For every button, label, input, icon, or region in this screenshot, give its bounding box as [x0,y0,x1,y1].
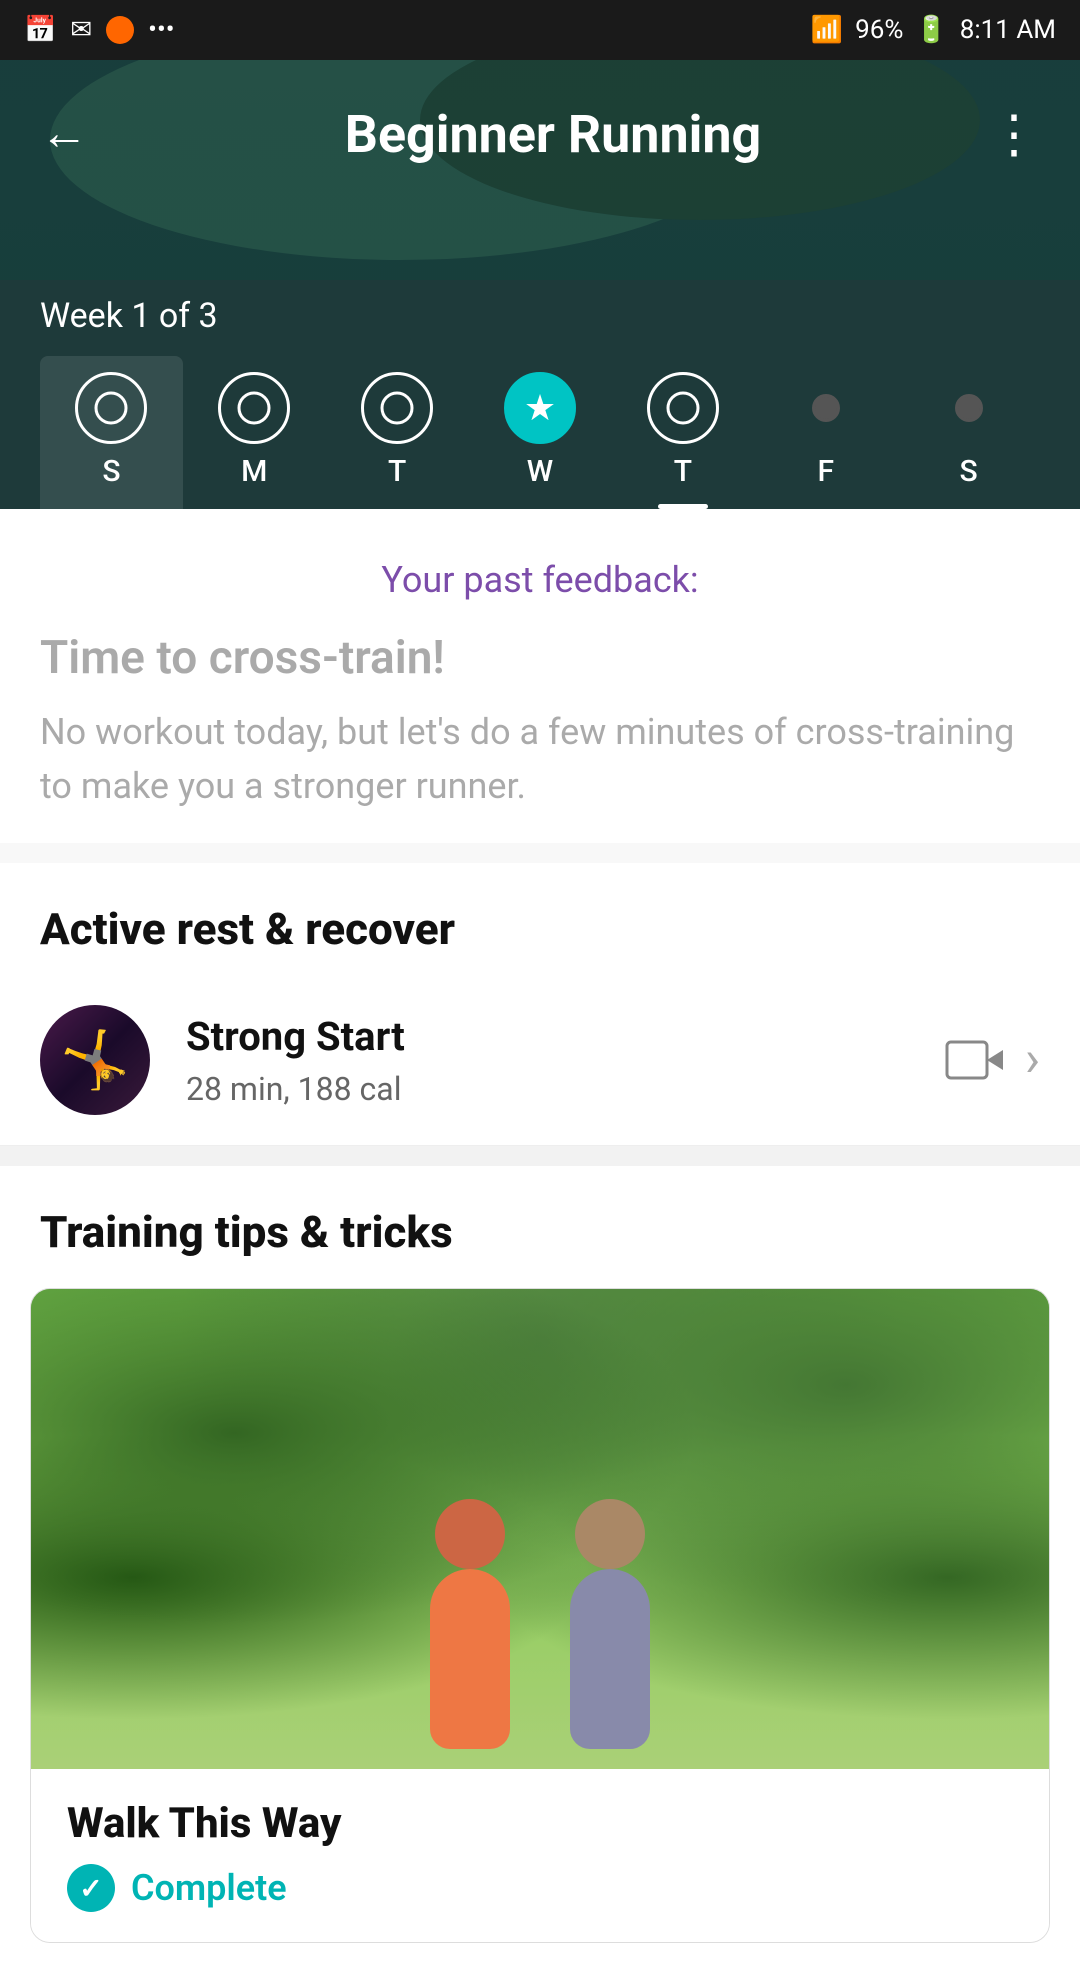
tips-card-image [31,1289,1049,1769]
person2-figure [570,1499,650,1749]
status-right: 📶 96% 🔋 8:11 AM [811,15,1056,45]
workout-actions: › [945,1031,1040,1089]
chevron-right-icon[interactable]: › [1025,1031,1040,1089]
person1-figure [430,1499,510,1749]
battery-icon: 🔋 [915,15,947,45]
day-circle-w: ★ [504,372,576,444]
video-icon[interactable] [945,1040,1005,1080]
day-circle-t1 [361,372,433,444]
feedback-section: Your past feedback: Time to cross-train!… [0,509,1080,843]
person2-body [570,1569,650,1749]
status-complete-text: Complete [131,1867,287,1909]
day-letter-s2: S [960,454,978,489]
day-circle-s [75,372,147,444]
day-circle-t2 [647,372,719,444]
feedback-heading: Time to cross-train! [40,631,1040,685]
notification-dot [106,16,134,44]
person2-head [575,1499,645,1569]
status-left: 📅 ✉ ••• [24,15,175,45]
day-wednesday[interactable]: ★ W [469,356,612,509]
header: ← Beginner Running ⋮ [0,60,1080,280]
feedback-title: Your past feedback: [40,559,1040,601]
day-tuesday[interactable]: T [326,356,469,509]
calendar-icon: 📅 [24,15,56,45]
content-area: Your past feedback: Time to cross-train!… [0,509,1080,1973]
workout-thumb-bg: 🤸 [40,1005,150,1115]
workout-meta: 28 min, 188 cal [186,1070,945,1108]
workout-name: Strong Start [186,1013,945,1060]
day-circle-s2 [955,394,983,422]
tips-card-body: Walk This Way ✓ Complete [31,1769,1049,1942]
tips-card[interactable]: Walk This Way ✓ Complete [30,1288,1050,1943]
tips-header: Training tips & tricks [0,1166,1080,1288]
day-letter-m: M [241,454,267,489]
tips-section: Training tips & tricks Walk This Way [0,1166,1080,1973]
time-display: 8:11 AM [960,15,1056,45]
day-letter-s: S [102,454,120,489]
status-bar: 📅 ✉ ••• 📶 96% 🔋 8:11 AM [0,0,1080,60]
tips-figures [31,1289,1049,1769]
section-divider [0,1146,1080,1166]
mail-icon: ✉ [70,15,92,45]
workout-item[interactable]: 🤸 Strong Start 28 min, 188 cal › [0,975,1080,1146]
day-letter-f: F [817,454,834,489]
day-saturday[interactable]: S [897,356,1040,509]
more-icon: ••• [148,15,174,45]
day-friday[interactable]: F [754,356,897,509]
day-letter-t1: T [388,454,406,489]
battery-text: 96% [855,15,903,45]
day-letter-w: W [527,454,553,489]
day-sunday[interactable]: S [40,356,183,509]
check-circle-icon: ✓ [67,1864,115,1912]
menu-button[interactable]: ⋮ [988,104,1040,165]
day-circle-m [218,372,290,444]
day-monday[interactable]: M [183,356,326,509]
person1-body [430,1569,510,1749]
week-label: Week 1 of 3 [40,296,1040,336]
day-letter-t2: T [674,454,692,489]
page-title: Beginner Running [118,104,988,165]
signal-icon: 📶 [811,15,843,45]
workout-info: Strong Start 28 min, 188 cal [186,1013,945,1108]
feedback-body: No workout today, but let's do a few min… [40,705,1040,813]
person1-head [435,1499,505,1569]
active-rest-header: Active rest & recover [0,863,1080,975]
workout-thumb-icon: 🤸 [60,1032,130,1088]
back-button[interactable]: ← [40,104,88,161]
day-thursday[interactable]: T [611,356,754,509]
week-section: Week 1 of 3 S M T ★ W [0,280,1080,509]
workout-thumbnail: 🤸 [40,1005,150,1115]
tips-card-title: Walk This Way [67,1799,1013,1848]
day-row: S M T ★ W T F [40,356,1040,509]
day-circle-f [812,394,840,422]
tips-card-status: ✓ Complete [67,1864,1013,1912]
